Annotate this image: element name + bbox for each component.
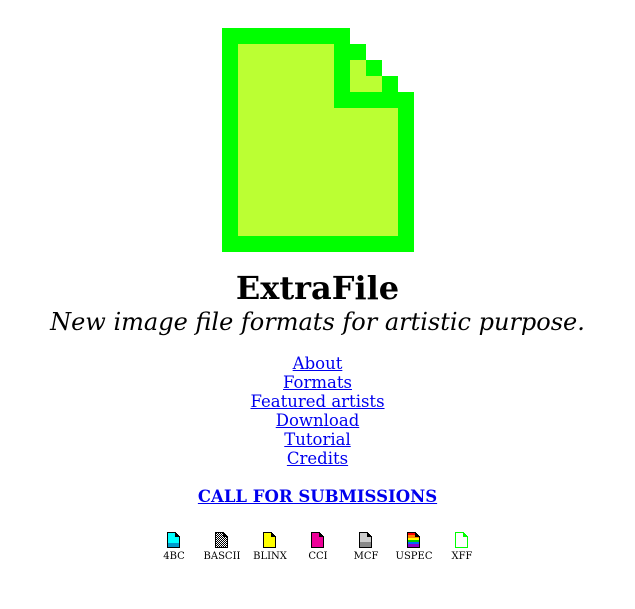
format-link-bascii[interactable]: BASCII: [198, 532, 246, 564]
nav-link-about[interactable]: About: [293, 354, 343, 373]
format-icons-row: 4BC BASCII BLINX CCI MCF USPEC XFF: [150, 532, 486, 564]
format-label: 4BC: [163, 551, 185, 562]
format-link-cci[interactable]: CCI: [294, 532, 342, 564]
file-mcf-icon: [359, 532, 372, 548]
format-link-uspec[interactable]: USPEC: [390, 532, 438, 564]
nav-link-formats[interactable]: Formats: [283, 373, 352, 392]
main-nav: About Formats Featured artists Download …: [0, 354, 635, 468]
format-link-4bc[interactable]: 4BC: [150, 532, 198, 564]
file-bascii-icon: [215, 532, 228, 548]
extrafile-logo-file-icon: [222, 28, 414, 252]
format-label: USPEC: [395, 551, 433, 562]
format-link-blinx[interactable]: BLINX: [246, 532, 294, 564]
nav-link-download[interactable]: Download: [276, 411, 360, 430]
call-for-submissions: CALL FOR SUBMISSIONS: [0, 486, 635, 508]
format-link-mcf[interactable]: MCF: [342, 532, 390, 564]
file-xff-icon: [455, 532, 468, 548]
format-label: MCF: [353, 551, 379, 562]
format-label: CCI: [308, 551, 328, 562]
file-4bc-icon: [167, 532, 180, 548]
format-label: XFF: [451, 551, 473, 562]
call-for-submissions-link[interactable]: CALL FOR SUBMISSIONS: [198, 487, 437, 506]
nav-link-featured-artists[interactable]: Featured artists: [250, 392, 384, 411]
format-label: BASCII: [203, 551, 241, 562]
format-label: BLINX: [253, 551, 287, 562]
nav-link-tutorial[interactable]: Tutorial: [284, 430, 350, 449]
page-subtitle: New image file formats for artistic purp…: [50, 308, 585, 336]
file-uspec-icon: [407, 532, 420, 548]
file-blinx-icon: [263, 532, 276, 548]
nav-link-credits[interactable]: Credits: [287, 449, 348, 468]
file-cci-icon: [311, 532, 324, 548]
format-link-xff[interactable]: XFF: [438, 532, 486, 564]
page-title: ExtraFile: [235, 269, 400, 307]
